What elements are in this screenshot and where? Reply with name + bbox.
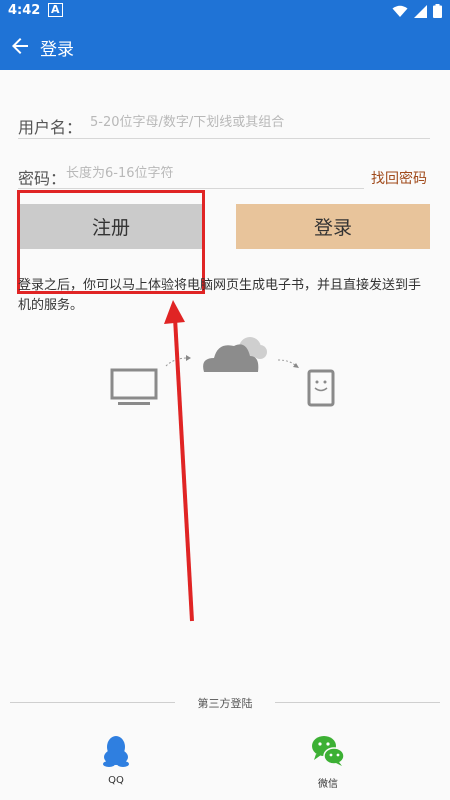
third-party-title: 第三方登陆: [197, 697, 253, 710]
wechat-label: 微信: [318, 779, 338, 790]
phone-icon: [307, 369, 335, 407]
dotted-arrow-right: [277, 359, 299, 368]
qq-login-button[interactable]: QQ: [86, 735, 146, 786]
password-row: 密码：: [18, 163, 364, 189]
wifi-icon: [392, 5, 408, 17]
qq-label: QQ: [108, 775, 124, 786]
pc-to-phone-illustration: [110, 337, 335, 407]
username-label: 用户名：: [18, 118, 83, 137]
status-time: 4:42: [8, 3, 41, 18]
battery-icon: [433, 4, 442, 18]
notification-icon: A: [48, 3, 63, 17]
qq-penguin-icon: [103, 736, 129, 767]
feature-description: 登录之后，你可以马上体验将电脑网页生成电子书，并且直接发送到手机的服务。: [18, 278, 422, 313]
annotation-arrow: [164, 300, 194, 622]
wechat-login-button[interactable]: 微信: [298, 735, 358, 790]
back-arrow-icon[interactable]: [8, 34, 32, 58]
forgot-password-link[interactable]: 找回密码: [371, 168, 427, 188]
login-button[interactable]: 登录: [236, 204, 430, 249]
status-icons: [392, 4, 442, 18]
cloud-icon: [203, 337, 267, 372]
page-title: 登录: [40, 40, 74, 60]
username-row: 用户名：: [18, 112, 430, 139]
password-label: 密码：: [18, 169, 67, 188]
status-bar: 4:42 A: [0, 0, 450, 22]
username-input[interactable]: [88, 114, 422, 131]
app-bar: 登录: [0, 22, 450, 70]
monitor-icon: [110, 368, 158, 405]
password-input[interactable]: [64, 165, 358, 182]
signal-icon: [414, 4, 427, 18]
wechat-icon: [312, 736, 345, 766]
